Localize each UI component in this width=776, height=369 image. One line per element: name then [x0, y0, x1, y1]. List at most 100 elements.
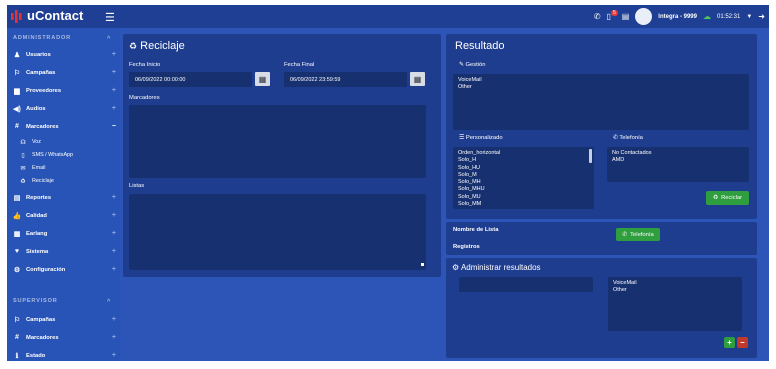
list-item[interactable]: Other: [613, 287, 737, 294]
top-bar: uContact ☰ ✆ ▯ 5 ▤ Integra - 9999 ☁ 01:5…: [7, 5, 769, 28]
sidebar-item-label: Estado: [26, 352, 46, 359]
sidebar-item-label: Audios: [26, 105, 46, 112]
list-item[interactable]: Solo_MH: [458, 179, 589, 186]
mobile-icon: ▯: [21, 152, 25, 159]
clock: 01:52:31: [716, 13, 741, 20]
sidebar-item-label: Marcadores: [26, 123, 59, 130]
list-item[interactable]: Other: [458, 84, 744, 91]
plus-icon: +: [111, 87, 116, 94]
sidebar-subitem-email[interactable]: ✉ Email: [19, 163, 45, 173]
reciclaje-panel: ♻ Reciclaje Fecha Inicio 06/09/2022 00:0…: [123, 34, 441, 277]
flag-icon: ⚐: [13, 69, 21, 77]
administrar-list[interactable]: VoiceMail Other: [608, 277, 742, 331]
list-item[interactable]: Solo_MHU: [458, 186, 589, 193]
sidebar-item-sup-marcadores[interactable]: # Marcadores +: [12, 332, 116, 343]
heart-icon: ♥: [14, 248, 20, 255]
listas-list[interactable]: [129, 194, 426, 270]
chat-icon[interactable]: ▤: [622, 12, 630, 21]
plus-icon: +: [111, 334, 116, 341]
sidebar-subitem-reciclaje[interactable]: ♻ Reciclaje: [19, 176, 54, 186]
sidebar-item-proveedores[interactable]: ▆ Proveedores +: [12, 85, 116, 96]
sidebar-subitem-label: Email: [32, 165, 46, 171]
sidebar-subitem-label: Voz: [32, 139, 41, 145]
plus-icon: +: [111, 212, 116, 219]
list-item[interactable]: No Contactados: [612, 150, 744, 157]
administrar-input[interactable]: [459, 277, 593, 292]
section-heading: SUPERVISOR: [13, 298, 58, 304]
sidebar-item-usuarios[interactable]: ♟ Usuarios +: [12, 49, 116, 60]
telefonia-button[interactable]: ✆ Telefonía: [616, 228, 660, 241]
flag-icon: ⚐: [13, 316, 21, 324]
list-item[interactable]: Solo_MM: [458, 201, 589, 208]
chevron-down-icon[interactable]: ▼: [746, 14, 752, 20]
sidebar-item-sup-campanas[interactable]: ⚐ Campañas +: [12, 314, 116, 325]
list-icon: ☰: [459, 135, 465, 141]
envelope-icon: ✉: [20, 165, 26, 172]
administrar-panel: ⚙ Administrar resultados VoiceMail Other…: [446, 258, 757, 358]
fecha-final-label: Fecha Final: [284, 62, 315, 68]
sidebar-item-audios[interactable]: ◀) Audios +: [12, 103, 116, 114]
edit-icon: ✎: [459, 62, 464, 68]
list-item[interactable]: Orden_horizontal: [458, 150, 589, 157]
fecha-final-input[interactable]: 06/09/2022 23:59:59: [284, 72, 407, 87]
sidebar-item-campanas[interactable]: ⚐ Campañas +: [12, 67, 116, 78]
app-logo[interactable]: uContact: [11, 8, 83, 23]
sidebar-item-reportes[interactable]: ▤ Reportes +: [12, 192, 116, 203]
sidebar-item-calidad[interactable]: 👍 Calidad +: [12, 210, 116, 221]
calculator-icon: ▦: [13, 230, 21, 238]
plus-icon: +: [111, 105, 116, 112]
phone-icon[interactable]: ✆: [594, 12, 601, 21]
hashtag-icon: #: [15, 123, 19, 130]
reciclar-button-label: Reciclar: [721, 195, 743, 201]
app-window: uContact ☰ ✆ ▯ 5 ▤ Integra - 9999 ☁ 01:5…: [7, 5, 769, 361]
gestion-list[interactable]: VoiceMail Other: [453, 74, 749, 130]
sidebar-item-label: Calidad: [26, 212, 47, 219]
phone-icon: ✆: [622, 231, 628, 238]
list-item[interactable]: VoiceMail: [613, 280, 737, 287]
fecha-inicio-input[interactable]: 06/09/2022 00:00:00: [129, 72, 252, 87]
telefonia-label: ✆ Telefonía: [613, 135, 643, 141]
list-item[interactable]: Solo_M: [458, 172, 589, 179]
list-item[interactable]: Solo_MU: [458, 194, 589, 201]
plus-icon: +: [111, 248, 116, 255]
volume-icon: ◀): [13, 105, 21, 113]
logout-icon[interactable]: ➜: [758, 12, 765, 21]
list-item[interactable]: AMD: [612, 157, 744, 164]
info-icon: ℹ: [15, 352, 19, 360]
sidebar-item-marcadores[interactable]: # Marcadores −: [12, 121, 116, 132]
telefonia-label-text: Telefonía: [619, 135, 643, 141]
sidebar-item-sistema[interactable]: ♥ Sistema +: [12, 246, 116, 257]
listas-label: Listas: [129, 183, 145, 189]
avatar[interactable]: [635, 8, 653, 25]
list-item[interactable]: Solo_HU: [458, 165, 589, 172]
sidebar-subitem-sms[interactable]: ▯ SMS / WhatsApp: [19, 150, 73, 160]
add-button[interactable]: +: [724, 337, 735, 348]
sidebar-item-configuracion[interactable]: ⚙ Configuración +: [12, 264, 116, 275]
reciclar-button[interactable]: ♻ Reciclar: [706, 191, 749, 205]
remove-button[interactable]: –: [737, 337, 748, 348]
marcadores-list[interactable]: [129, 105, 426, 178]
resize-handle[interactable]: [421, 263, 424, 266]
recycle-icon: ♻: [712, 195, 719, 201]
plus-icon: +: [111, 352, 116, 359]
list-item[interactable]: Solo_H: [458, 157, 589, 164]
list-item[interactable]: VoiceMail: [458, 77, 744, 84]
sidebar-subitem-voz[interactable]: ☊ Voz: [19, 137, 41, 147]
sidebar-section-admin[interactable]: ADMINISTRADOR ˄: [13, 35, 110, 41]
sidebar-item-label: Campañas: [26, 316, 56, 323]
calendar-icon[interactable]: ▦: [255, 72, 270, 86]
plus-icon: +: [111, 69, 116, 76]
sidebar-section-supervisor[interactable]: SUPERVISOR ˄: [13, 298, 110, 304]
scrollbar[interactable]: [589, 149, 592, 163]
sidebar-item-earlang[interactable]: ▦ Earlang +: [12, 228, 116, 239]
telefonia-button-label: Telefonía: [630, 231, 654, 238]
menu-toggle-icon[interactable]: ☰: [105, 11, 115, 24]
sidebar-item-sup-estado[interactable]: ℹ Estado +: [12, 350, 116, 361]
personalizado-list[interactable]: Orden_horizontal Solo_H Solo_HU Solo_M S…: [453, 147, 594, 209]
telefonia-list[interactable]: No Contactados AMD: [607, 147, 749, 182]
calendar-icon[interactable]: ▦: [410, 72, 425, 86]
section-heading: ADMINISTRADOR: [13, 35, 71, 41]
sidebar: ADMINISTRADOR ˄ ♟ Usuarios + ⚐ Campañas …: [7, 28, 120, 361]
logo-icon: [11, 9, 22, 23]
minus-icon: −: [111, 123, 116, 130]
